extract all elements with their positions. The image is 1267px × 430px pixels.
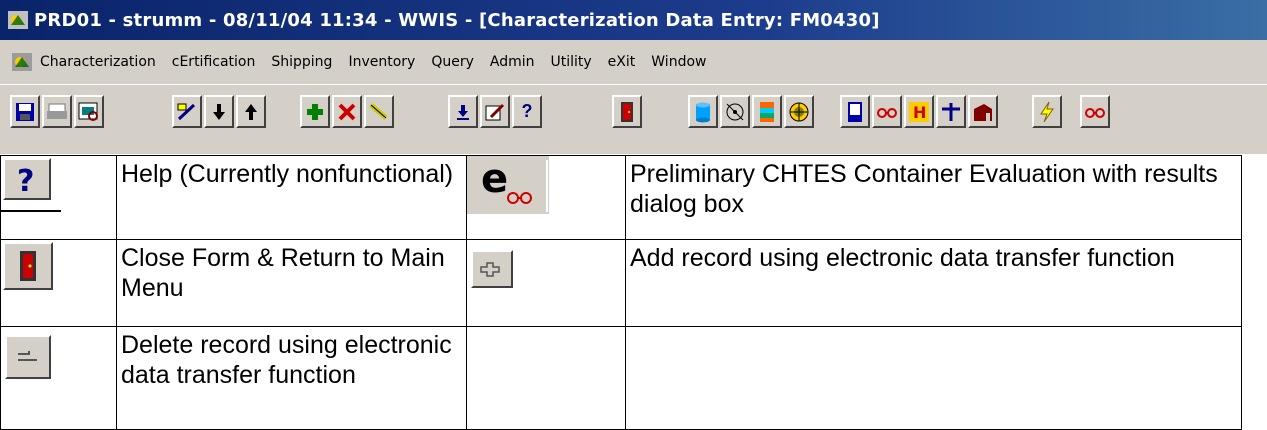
lightning-icon[interactable]: [1032, 95, 1062, 128]
legend-icon-cell: [466, 239, 626, 327]
exit-door-icon[interactable]: [612, 95, 642, 128]
legend-icon-cell: ?: [0, 155, 117, 240]
delete-record-description: Delete record using electronic data tran…: [121, 331, 452, 389]
help-description: Help (Currently nonfunctional): [121, 160, 454, 188]
add-icon[interactable]: [300, 95, 330, 128]
glasses-icon[interactable]: [872, 95, 902, 128]
add-record-description: Add record using electronic data transfe…: [630, 244, 1175, 272]
close-form-description: Close Form & Return to Main Menu: [121, 244, 445, 302]
preview-icon[interactable]: [74, 95, 104, 128]
database-icon[interactable]: [688, 95, 718, 128]
legend-text-cell: Help (Currently nonfunctional): [116, 155, 467, 240]
radiation-icon[interactable]: [720, 95, 750, 128]
legend-table: ? Help (Currently nonfunctional) e Preli…: [0, 155, 1267, 430]
legend-text-cell: Close Form & Return to Main Menu: [116, 239, 467, 327]
help-icon[interactable]: ?: [512, 95, 542, 128]
menu-characterization[interactable]: Characterization: [40, 54, 156, 70]
legend-text-cell: Add record using electronic data transfe…: [625, 239, 1242, 327]
close-form-icon: [3, 242, 53, 290]
legend-text-cell: Delete record using electronic data tran…: [116, 326, 467, 430]
svg-text:H: H: [913, 103, 926, 122]
menu-bar: Characterization cErtification Shipping …: [0, 40, 1267, 84]
legend-empty-cell: [466, 326, 626, 430]
hazard-h-icon[interactable]: H: [904, 95, 934, 128]
chtes-evaluation-icon: e: [467, 156, 549, 214]
app-icon[interactable]: [8, 11, 28, 29]
legend-empty-cell: [625, 326, 1242, 430]
arrow-down-icon[interactable]: [204, 95, 234, 128]
add-record-transfer-icon: [471, 250, 513, 288]
menu-inventory[interactable]: Inventory: [348, 54, 415, 70]
svg-text:?: ?: [17, 164, 34, 195]
legend-icon-cell: [0, 326, 117, 430]
container-icon[interactable]: [752, 95, 782, 128]
menu-admin[interactable]: Admin: [490, 54, 535, 70]
legend-row: Delete record using electronic data tran…: [0, 326, 1242, 430]
window-title: PRD01 - strumm - 08/11/04 11:34 - WWIS -…: [34, 9, 880, 31]
edit-icon[interactable]: [364, 95, 394, 128]
tank-icon[interactable]: [840, 95, 870, 128]
svg-text:e: e: [481, 156, 508, 202]
menu-window[interactable]: Window: [651, 54, 706, 70]
delete-record-transfer-icon: [5, 335, 51, 379]
legend-icon-cell: e: [466, 155, 626, 240]
glasses-red-icon[interactable]: [1080, 95, 1110, 128]
menu-shipping[interactable]: Shipping: [271, 54, 332, 70]
delete-icon[interactable]: [332, 95, 362, 128]
print-icon[interactable]: [42, 95, 72, 128]
menu-app-icon[interactable]: [12, 53, 32, 71]
chtes-description: Preliminary CHTES Container Evaluation w…: [630, 160, 1218, 218]
save-icon[interactable]: [10, 95, 40, 128]
pipe-icon[interactable]: [936, 95, 966, 128]
menu-utility[interactable]: Utility: [550, 54, 591, 70]
menu-query[interactable]: Query: [431, 54, 474, 70]
menu-exit[interactable]: eXit: [608, 54, 636, 70]
pencil-icon[interactable]: [480, 95, 510, 128]
target-icon[interactable]: [784, 95, 814, 128]
legend-row: Close Form & Return to Main Menu Add rec…: [0, 239, 1242, 327]
menu-certification[interactable]: cErtification: [172, 54, 256, 70]
legend-row: ? Help (Currently nonfunctional) e Preli…: [0, 155, 1242, 240]
download-icon[interactable]: [448, 95, 478, 128]
legend-icon-cell: [0, 239, 117, 327]
building-icon[interactable]: [968, 95, 998, 128]
arrow-up-icon[interactable]: [236, 95, 266, 128]
title-bar: PRD01 - strumm - 08/11/04 11:34 - WWIS -…: [0, 0, 1267, 40]
toolbar: ? H: [0, 84, 1267, 154]
wand-icon[interactable]: [172, 95, 202, 128]
help-underline: [1, 210, 61, 212]
help-icon: ?: [3, 158, 51, 200]
legend-text-cell: Preliminary CHTES Container Evaluation w…: [625, 155, 1242, 240]
